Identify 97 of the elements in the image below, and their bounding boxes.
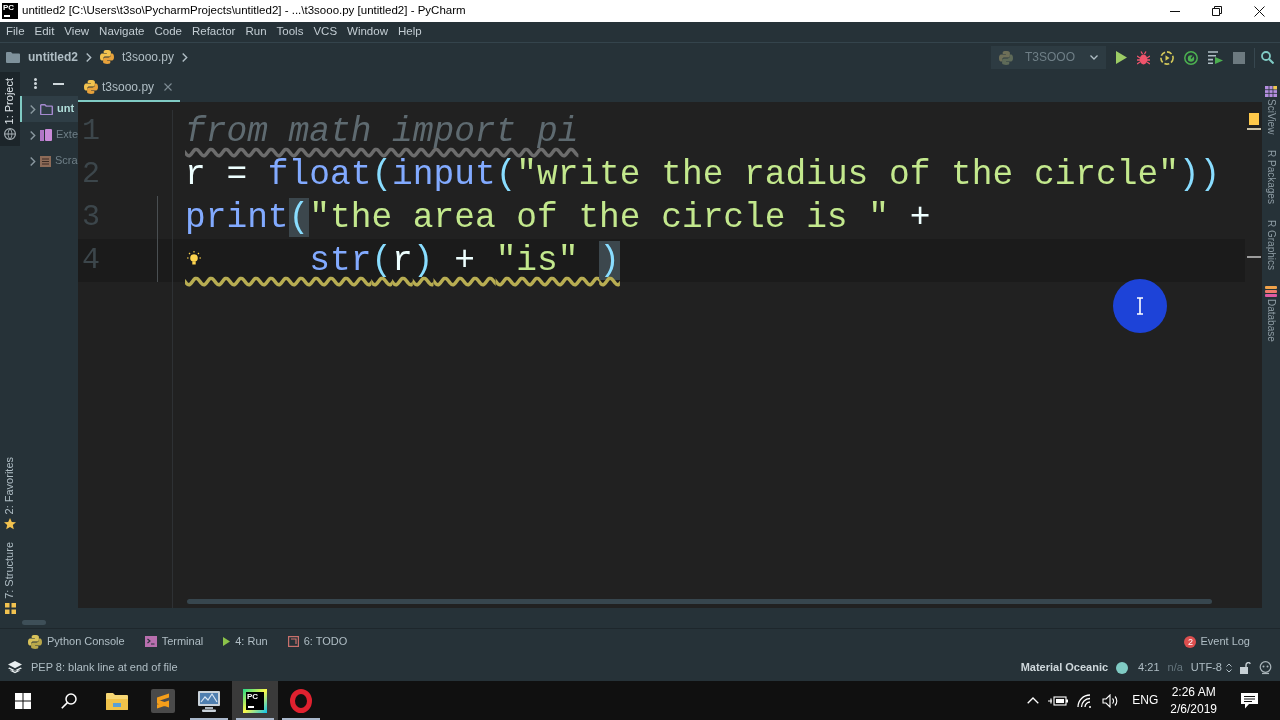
tool-window-tab[interactable]: SciView (1265, 86, 1277, 135)
code-line: r = float(input("write the radius of the circle")) (185, 155, 1221, 194)
cursor-highlight-icon (1113, 279, 1167, 333)
menu-item[interactable]: Edit (29, 22, 60, 42)
python-icon (100, 50, 114, 65)
menu-item[interactable]: File (1, 22, 30, 42)
caret-down-icon (1090, 55, 1098, 60)
star-icon (4, 518, 16, 531)
folder-icon[interactable] (106, 691, 128, 710)
tool-window-tab[interactable]: 7: Structure (0, 536, 20, 620)
structure-icon (4, 603, 16, 614)
chevron-right-icon (30, 156, 36, 166)
volume-icon[interactable] (1102, 693, 1120, 708)
caret-position[interactable]: 4:21 (1138, 660, 1160, 675)
gauge-icon[interactable] (1184, 50, 1198, 65)
theme-name[interactable]: Material Oceanic (1020, 660, 1109, 675)
python-icon (28, 634, 42, 649)
tool-window-tab[interactable]: 6: TODO (287, 634, 348, 649)
menu-item[interactable]: Help (392, 22, 427, 42)
tool-window-tab[interactable]: Python Console (28, 634, 125, 649)
notification-icon[interactable] (1241, 692, 1258, 709)
chevron-up-icon[interactable] (1027, 697, 1040, 704)
notification-count: 2 (1184, 635, 1197, 648)
code-line: print("the area of the circle is " + (185, 198, 931, 237)
tool-window-tab[interactable]: R Packages (1265, 150, 1277, 205)
wifi-icon[interactable] (1077, 693, 1094, 708)
code-line: str(r) + "is" ) (308, 241, 620, 280)
lightbulb-icon[interactable] (187, 251, 201, 267)
tool-window-tab[interactable]: 1: Project (0, 72, 20, 147)
search-icon[interactable] (1261, 51, 1274, 64)
unlocked-icon[interactable] (1240, 661, 1251, 674)
notepad-icon (40, 155, 51, 167)
clock-date[interactable]: 2/6/2019 (1170, 700, 1217, 718)
tool-window-tab[interactable]: R Graphics (1265, 220, 1277, 271)
monitor-icon[interactable] (197, 689, 221, 712)
stop-icon[interactable] (1233, 51, 1245, 64)
app-logo[interactable]: PC (243, 688, 267, 713)
todo-icon (287, 636, 299, 647)
clock-time[interactable]: 2:26 AM (1170, 683, 1217, 701)
menu-item[interactable]: Refactor (186, 22, 241, 42)
chevron-right-icon (30, 130, 36, 140)
tree-item[interactable]: unt (20, 96, 78, 122)
menu-item[interactable]: VCS (308, 22, 343, 42)
encoding[interactable]: UTF-8 (1190, 660, 1222, 675)
menu-item[interactable]: Navigate (94, 22, 150, 42)
layers-icon (8, 661, 22, 674)
menu-item[interactable]: Window (342, 22, 393, 42)
tool-window-tab[interactable]: 4: Run (223, 634, 268, 649)
battery-plug-icon[interactable] (1048, 694, 1069, 707)
menu-item[interactable]: Tools (271, 22, 309, 42)
zigzag-logo-icon[interactable] (151, 688, 175, 713)
breadcrumb[interactable]: t3sooo.py (100, 50, 175, 65)
database-icon (1265, 286, 1277, 298)
breadcrumb[interactable]: untitled2 (6, 50, 78, 65)
menu-item[interactable]: Run (240, 22, 272, 42)
bug-icon[interactable] (1137, 50, 1150, 65)
theme-dot-icon[interactable] (1116, 661, 1129, 674)
search-icon[interactable] (61, 692, 77, 709)
menu-item[interactable]: View (59, 22, 95, 42)
folder-icon (6, 52, 20, 63)
run-icon (223, 637, 231, 646)
run-icon[interactable] (1116, 51, 1127, 64)
tool-window-tab[interactable]: 2: Favorites (0, 450, 20, 537)
ring-logo-icon[interactable] (290, 688, 312, 713)
language-indicator[interactable]: ENG (1132, 693, 1159, 708)
taskbar-app[interactable]: PC (232, 681, 278, 720)
books-icon (40, 129, 52, 141)
horizontal-scrollbar[interactable] (22, 620, 46, 625)
face-icon[interactable] (1259, 660, 1272, 675)
start-icon[interactable] (15, 692, 31, 709)
tool-window-tab[interactable]: Terminal (144, 634, 204, 649)
tool-window-tab[interactable]: Database (1265, 286, 1277, 343)
warning-indicator-icon[interactable] (1246, 113, 1261, 130)
app-logo: PC (2, 3, 18, 19)
globe-icon (4, 128, 16, 141)
python-icon (999, 50, 1013, 65)
code-line: from math import pi (185, 112, 579, 151)
up-down-arrows-icon[interactable] (1226, 662, 1232, 673)
close-icon[interactable] (1253, 5, 1265, 17)
list-run-icon[interactable] (1208, 51, 1223, 64)
chevron-right-icon (182, 53, 189, 62)
menu-item[interactable]: Code (149, 22, 187, 42)
folder-icon (40, 103, 53, 115)
event-log-button[interactable]: Event Log (1200, 634, 1250, 649)
horizontal-scrollbar[interactable] (187, 599, 1212, 604)
python-icon (84, 80, 98, 94)
chevron-right-icon (86, 53, 92, 62)
kebab-icon[interactable] (34, 78, 37, 89)
status-message: PEP 8: blank line at end of file (31, 660, 178, 675)
grid-icon (1265, 86, 1277, 97)
minimize-icon[interactable] (1170, 10, 1180, 12)
coverage-icon[interactable] (1160, 50, 1174, 65)
restore-icon[interactable] (1212, 6, 1222, 16)
chevron-right-icon (30, 104, 36, 114)
stripe-marker-icon[interactable] (1246, 256, 1261, 258)
window-title: untitled2 [C:\Users\t3so\PycharmProjects\untitled2] - ...\t3sooo.py [untitled2] - PyCharm (22, 4, 466, 18)
terminal-icon (144, 636, 157, 647)
